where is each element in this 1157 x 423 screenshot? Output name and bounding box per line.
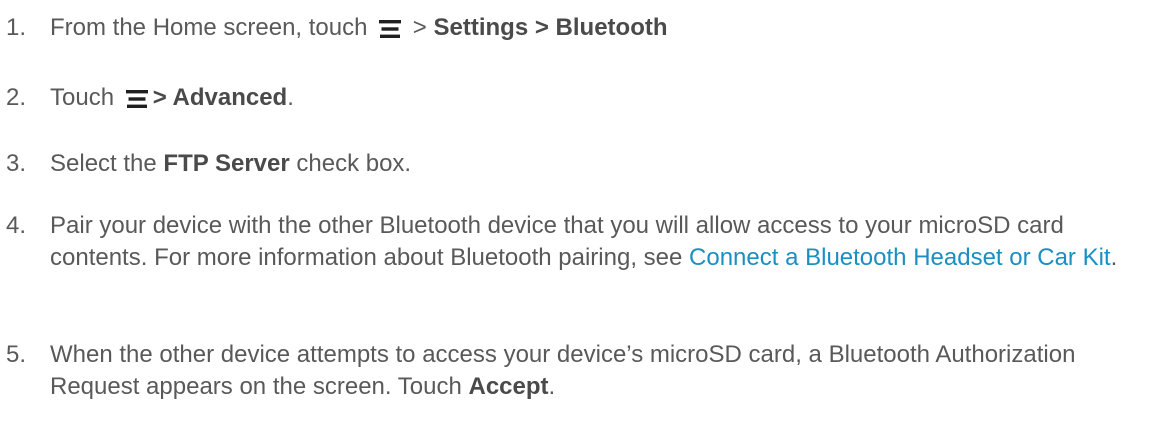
step-2: 2. Touch > Advanced.: [0, 82, 1150, 114]
step-end: .: [287, 84, 294, 111]
ftp-server-label: FTP Server: [163, 150, 290, 177]
step-number: 2.: [6, 84, 27, 111]
step-3: 3. Select the FTP Server check box.: [0, 148, 1150, 180]
menu-icon: [125, 87, 149, 111]
step-number: 5.: [6, 341, 27, 368]
step-body: When the other device attempts to access…: [50, 341, 1076, 400]
step-end: .: [1110, 244, 1118, 271]
instruction-steps: 1. From the Home screen, touch > Setting…: [0, 0, 1157, 423]
step-1: 1. From the Home screen, touch > Setting…: [0, 12, 1150, 44]
step-number: 1.: [6, 14, 27, 41]
menu-icon: [378, 17, 402, 41]
step-text: Select the FTP Server check box.: [50, 148, 1150, 180]
step-end: .: [548, 373, 556, 400]
step-intro: Touch: [50, 84, 115, 111]
step-text: Touch > Advanced.: [50, 82, 1150, 114]
step-text: When the other device attempts to access…: [50, 339, 1150, 403]
step-5: 5. When the other device attempts to acc…: [0, 339, 1150, 403]
step-intro: Select the: [50, 150, 164, 177]
accept-label: Accept: [468, 373, 549, 400]
step-text: From the Home screen, touch > Settings >…: [50, 12, 1150, 44]
step-4: 4. Pair your device with the other Bluet…: [0, 210, 1150, 274]
step-number: 4.: [6, 212, 27, 239]
step-intro: From the Home screen, touch: [50, 14, 368, 41]
bluetooth-headset-link[interactable]: Connect a Bluetooth Headset or Car Kit: [689, 244, 1111, 271]
settings-path: Settings > Bluetooth: [433, 14, 668, 41]
separator: >: [406, 14, 434, 41]
step-end: check box.: [289, 150, 412, 177]
step-number: 3.: [6, 150, 27, 177]
step-text: Pair your device with the other Bluetoot…: [50, 210, 1150, 274]
advanced-path: > Advanced: [152, 84, 288, 111]
